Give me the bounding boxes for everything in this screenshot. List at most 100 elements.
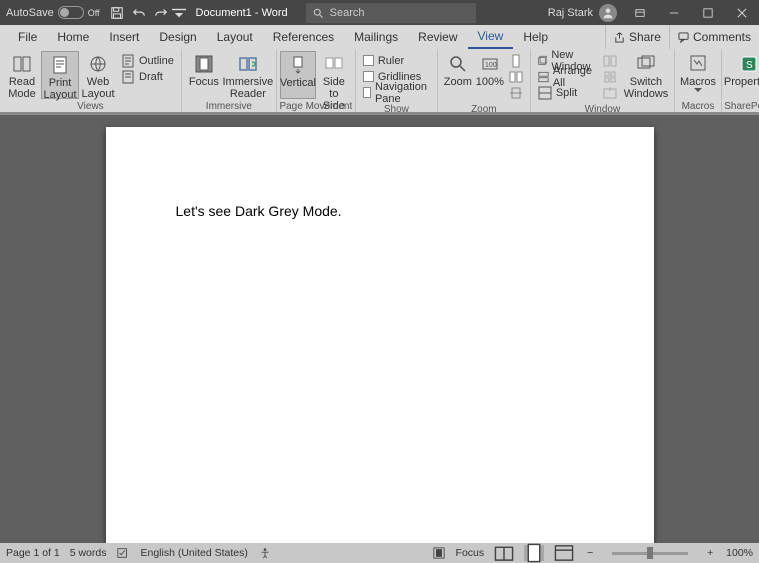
side-to-side-button[interactable]: Side to Side [316,51,352,99]
print-layout-icon [50,55,70,75]
split-button[interactable]: Split [538,85,595,100]
page-width-button[interactable] [509,85,523,100]
group-views: Read Mode Print Layout Web Layout Outlin… [0,49,182,112]
tab-file[interactable]: File [8,25,47,49]
share-button[interactable]: Share [605,25,669,49]
print-layout-button[interactable]: Print Layout [41,51,79,99]
zoom-out-button[interactable]: − [584,547,596,559]
autosave-toggle[interactable]: AutoSave Off [0,6,106,19]
accessibility-icon[interactable] [258,546,272,560]
minimize-button[interactable] [657,0,691,25]
focus-button[interactable]: Focus [185,51,223,99]
spellcheck-icon[interactable] [116,546,130,560]
tab-insert[interactable]: Insert [99,25,149,49]
word-count[interactable]: 5 words [70,547,107,559]
one-page-button[interactable] [509,53,523,68]
share-icon [614,32,625,43]
redo-icon[interactable] [150,2,172,24]
search-box[interactable]: Search [306,3,476,23]
toggle-icon [58,6,84,19]
tab-home[interactable]: Home [47,25,99,49]
tab-review[interactable]: Review [408,25,467,49]
read-mode-view-icon[interactable] [494,545,514,561]
page-indicator[interactable]: Page 1 of 1 [6,547,60,559]
share-label: Share [629,30,661,44]
ribbon-tabs: File Home Insert Design Layout Reference… [0,25,759,49]
status-bar: Page 1 of 1 5 words English (United Stat… [0,543,759,563]
immersive-reader-button[interactable]: Immersive Reader [223,51,273,99]
autosave-label: AutoSave [6,7,54,19]
qat-overflow-icon[interactable] [172,2,186,24]
web-layout-icon [88,54,108,74]
switch-windows-icon [636,54,656,74]
search-icon [312,7,324,19]
document-body-text: Let's see Dark Grey Mode. [176,203,342,219]
page-width-icon [509,86,523,100]
tab-design[interactable]: Design [149,25,206,49]
ruler-checkbox[interactable]: Ruler [363,53,430,68]
web-layout-button[interactable]: Web Layout [79,51,117,99]
title-bar: AutoSave Off Document1 - Word Search Raj… [0,0,759,25]
macros-icon [688,54,708,74]
svg-text:100: 100 [485,62,497,69]
outline-button[interactable]: Outline [121,53,174,68]
document-title: Document1 - Word [186,7,298,19]
document-page[interactable]: Let's see Dark Grey Mode. [106,127,654,543]
tab-references[interactable]: References [263,25,344,49]
web-layout-view-icon[interactable] [554,545,574,561]
undo-icon[interactable] [128,2,150,24]
draft-icon [121,70,135,84]
tab-view[interactable]: View [468,25,514,49]
arrange-all-button[interactable]: Arrange All [538,69,595,84]
switch-windows-button[interactable]: Switch Windows [621,51,671,99]
status-focus-label[interactable]: Focus [456,547,485,559]
view-side-by-side-button[interactable] [603,53,617,68]
sync-scroll-icon [603,70,617,84]
zoom-button[interactable]: Zoom [441,51,475,99]
outline-icon [121,54,135,68]
close-button[interactable] [725,0,759,25]
zoom-slider[interactable] [612,552,688,555]
sync-scrolling-button[interactable] [603,69,617,84]
navigation-pane-checkbox[interactable]: Navigation Pane [363,85,430,100]
properties-button[interactable]: S Properties [725,51,759,99]
comments-button[interactable]: Comments [669,25,759,49]
svg-text:S: S [746,60,753,71]
draft-button[interactable]: Draft [121,69,174,84]
chevron-down-icon [694,88,702,92]
save-icon[interactable] [106,2,128,24]
status-focus-icon[interactable] [432,546,446,560]
group-label-window: Window [531,104,674,115]
ribbon: Read Mode Print Layout Web Layout Outlin… [0,49,759,115]
reset-window-icon [603,86,617,100]
group-label-macros: Macros [675,101,721,112]
read-mode-icon [12,54,32,74]
vertical-button[interactable]: Vertical [280,51,316,99]
tab-mailings[interactable]: Mailings [344,25,408,49]
zoom-100-button[interactable]: 100 100% [475,51,505,99]
tab-layout[interactable]: Layout [207,25,263,49]
maximize-button[interactable] [691,0,725,25]
tab-help[interactable]: Help [513,25,558,49]
ribbon-display-icon[interactable] [623,0,657,25]
split-icon [538,86,552,100]
document-workspace[interactable]: Let's see Dark Grey Mode. [0,115,759,543]
checkbox-icon [363,87,371,98]
group-sharepoint: S Properties SharePoint [722,49,759,112]
group-immersive: Focus Immersive Reader Immersive [182,49,277,112]
print-layout-view-icon[interactable] [524,545,544,561]
zoom-in-button[interactable]: + [704,547,716,559]
group-label-views: Views [0,101,181,112]
group-show: Ruler Gridlines Navigation Pane Show [356,49,438,112]
user-account[interactable]: Raj Stark [542,4,623,22]
multi-page-button[interactable] [509,69,523,84]
avatar-icon [599,4,617,22]
zoom-level[interactable]: 100% [726,547,753,559]
macros-button[interactable]: Macros [678,51,718,99]
read-mode-button[interactable]: Read Mode [3,51,41,99]
group-label-page-movement: Page Movement [277,101,355,112]
language-indicator[interactable]: English (United States) [140,547,247,559]
new-window-icon [538,54,548,68]
group-page-movement: Vertical Side to Side Page Movement [277,49,356,112]
reset-window-button[interactable] [603,85,617,100]
